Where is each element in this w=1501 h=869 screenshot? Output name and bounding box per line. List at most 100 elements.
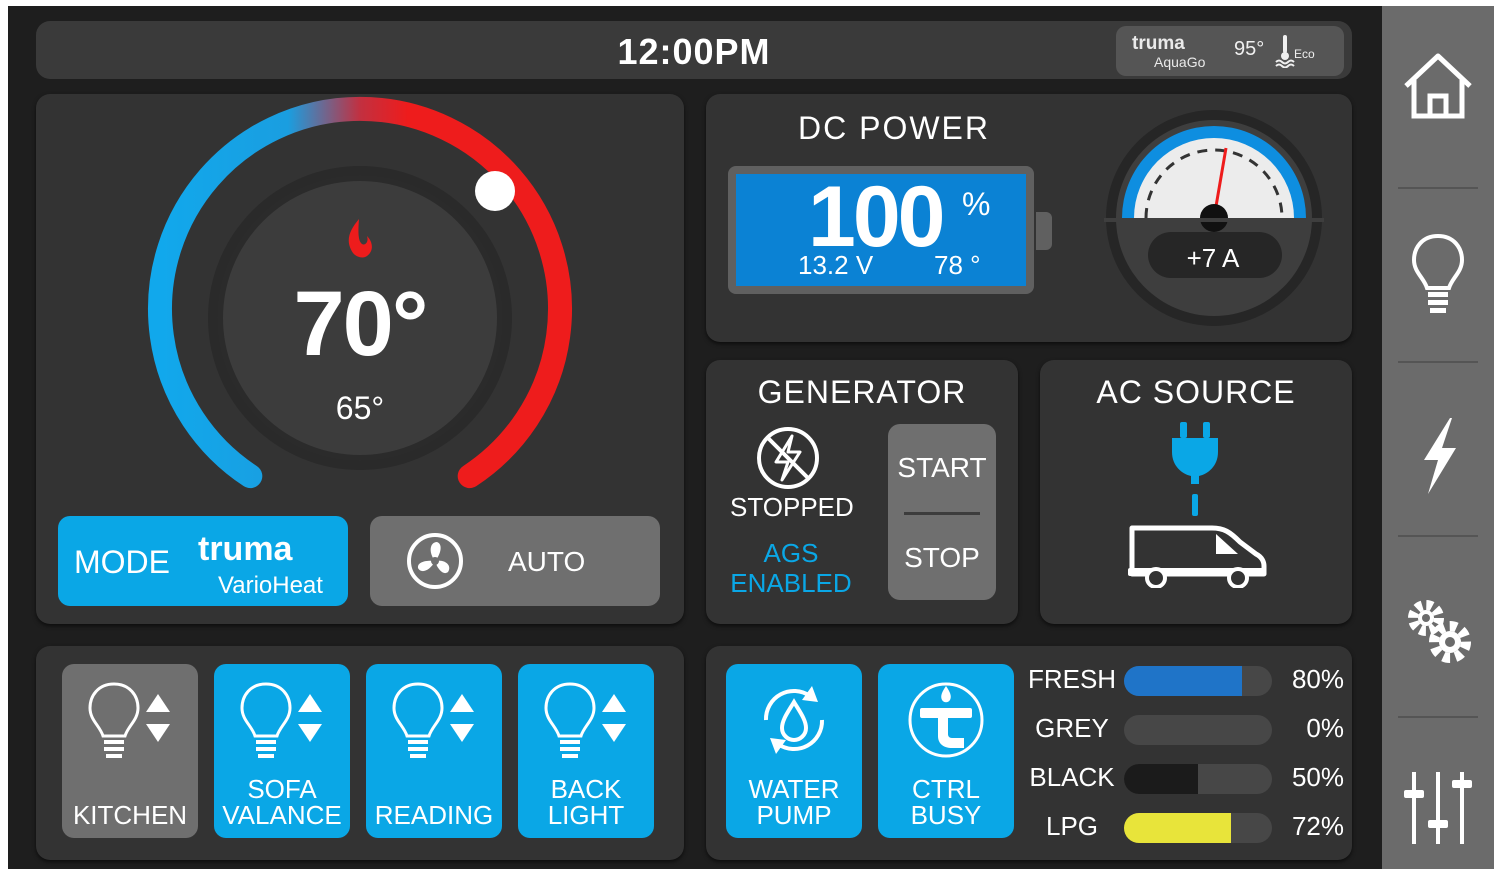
- truma-control-icon: [908, 682, 984, 758]
- amp-readout: +7 A: [1148, 232, 1282, 278]
- generator-panel: GENERATOR STOPPED AGS ENABLED START STOP: [706, 360, 1018, 624]
- utility-label-line2: PUMP: [756, 800, 832, 830]
- utility-label-line1: WATER: [748, 774, 840, 804]
- tank-name: GREY: [1035, 713, 1109, 743]
- water-thermometer-icon: [1275, 35, 1295, 68]
- top-bar: 12:00PM truma AquaGo 95° Eco: [36, 21, 1352, 79]
- generator-status: STOPPED: [730, 492, 854, 522]
- generator-control-divider: [904, 512, 980, 515]
- current-temperature: 65°: [335, 390, 385, 426]
- light-tile-reading[interactable]: READING: [366, 664, 502, 838]
- tank-level-track: [1124, 764, 1272, 794]
- tank-fresh: FRESH 80%: [1026, 660, 1344, 700]
- tank-level-bar: [1124, 813, 1231, 843]
- home-icon: [1404, 53, 1472, 119]
- light-label: KITCHEN: [62, 802, 198, 828]
- mode-label: MODE: [74, 544, 170, 580]
- utility-label-line2: BUSY: [910, 800, 982, 830]
- thermostat-panel: 70° 65° MODE truma VarioHeat AUTO: [36, 94, 684, 624]
- battery-current: +7 A: [1186, 243, 1240, 273]
- generator-off-icon: [757, 427, 819, 489]
- main-area: 12:00PM truma AquaGo 95° Eco 70° 65° MOD…: [8, 6, 1382, 869]
- tank-black: BLACK 50%: [1026, 758, 1344, 798]
- set-temperature: 70°: [293, 273, 428, 375]
- ags-state: ENABLED: [730, 568, 852, 598]
- water-heater-temperature: 95°: [1234, 38, 1265, 60]
- nav-controls[interactable]: [1382, 718, 1494, 869]
- lightbulb-dimmer-icon: [392, 682, 474, 758]
- tank-level-track: [1124, 666, 1272, 696]
- lightbulb-dimmer-icon: [544, 682, 626, 758]
- light-label: SOFA VALANCE: [214, 776, 350, 828]
- ags-status: AGS ENABLED: [726, 538, 856, 598]
- lightbulb-dimmer-icon: [240, 682, 322, 758]
- ac-source-panel[interactable]: AC SOURCE: [1040, 360, 1352, 624]
- ags-label: AGS: [763, 538, 819, 568]
- fan-mode-label: AUTO: [508, 546, 586, 577]
- screen: 12:00PM truma AquaGo 95° Eco 70° 65° MOD…: [8, 6, 1494, 869]
- van-icon: [1128, 525, 1267, 588]
- light-tile-sofa-valance[interactable]: SOFA VALANCE: [214, 664, 350, 838]
- dc-power-title: DC POWER: [798, 110, 990, 146]
- tank-level-track: [1124, 715, 1272, 745]
- water-pump-label: WATER PUMP: [726, 776, 862, 828]
- sidebar-nav: [1382, 6, 1494, 869]
- water-heater-mode: Eco: [1294, 47, 1315, 61]
- utility-label-line1: CTRL: [912, 774, 980, 804]
- generator-stop-button[interactable]: STOP: [888, 542, 996, 574]
- battery-indicator[interactable]: 100 % 13.2 V 78 °: [728, 166, 1052, 294]
- utilities-panel: WATER PUMP CTRL BUSY FRESH 80% GREY 0% B…: [706, 646, 1352, 860]
- dial-handle: [475, 171, 515, 211]
- battery-temperature: 78 °: [934, 250, 981, 280]
- tank-name: LPG: [1045, 811, 1099, 841]
- gears-icon: [1408, 600, 1471, 663]
- light-label-line2: LIGHT: [547, 800, 625, 830]
- tank-lpg: LPG 72%: [1026, 807, 1344, 847]
- battery-percent-sign: %: [962, 186, 991, 222]
- ac-source-title: AC SOURCE: [1096, 374, 1296, 410]
- lights-panel: KITCHEN SOFA VALANCE READING BACK LIGHT: [36, 646, 684, 860]
- ammeter-dial: [1104, 110, 1324, 326]
- lightbulb-dimmer-icon: [88, 682, 170, 758]
- generator-title: GENERATOR: [757, 374, 967, 410]
- lightbulb-icon: [1411, 233, 1465, 313]
- water-pump-button[interactable]: WATER PUMP: [726, 664, 862, 838]
- battery-voltage: 13.2 V: [798, 250, 874, 280]
- nav-lights[interactable]: [1382, 188, 1494, 363]
- fan-button[interactable]: AUTO: [370, 516, 660, 606]
- tank-level-bar: [1124, 764, 1198, 794]
- light-tile-back-light[interactable]: BACK LIGHT: [518, 664, 654, 838]
- light-label: READING: [366, 802, 502, 828]
- nav-settings[interactable]: [1382, 536, 1494, 711]
- light-label-line1: KITCHEN: [72, 800, 188, 830]
- tank-value: 72%: [1291, 811, 1344, 841]
- heater-brand: truma: [198, 530, 293, 568]
- water-pump-icon: [763, 686, 825, 754]
- water-heater-model: AquaGo: [1154, 54, 1206, 70]
- ctrl-busy-label: CTRL BUSY: [878, 776, 1014, 828]
- tank-level-bar: [1124, 666, 1243, 696]
- mode-button[interactable]: MODE truma VarioHeat: [58, 516, 348, 606]
- light-label-line1: READING: [374, 800, 494, 830]
- light-tile-kitchen[interactable]: KITCHEN: [62, 664, 198, 838]
- sliders-icon: [1404, 772, 1472, 844]
- generator-start-button[interactable]: START: [888, 452, 996, 484]
- water-heater-status[interactable]: truma AquaGo 95° Eco: [1116, 26, 1344, 76]
- tank-name: FRESH: [1027, 664, 1117, 694]
- light-label-line1: SOFA: [247, 774, 317, 804]
- nav-home[interactable]: [1382, 6, 1494, 181]
- battery-terminal: [1036, 212, 1052, 250]
- water-heater-brand: truma: [1132, 33, 1185, 54]
- dc-power-panel: DC POWER 100 % 13.2 V 78 ° +7 A: [706, 94, 1352, 342]
- tank-value: 80%: [1291, 664, 1344, 694]
- tank-grey: GREY 0%: [1026, 709, 1344, 749]
- ctrl-busy-button[interactable]: CTRL BUSY: [878, 664, 1014, 838]
- light-label-line2: VALANCE: [222, 800, 342, 830]
- generator-control: START STOP: [888, 424, 996, 600]
- tank-value: 0%: [1306, 713, 1344, 743]
- ammeter-gauge[interactable]: +7 A: [1104, 108, 1324, 328]
- nav-power[interactable]: [1382, 362, 1494, 537]
- tank-value: 50%: [1291, 762, 1344, 792]
- heater-model: VarioHeat: [218, 572, 323, 599]
- tank-name: BLACK: [1029, 762, 1115, 792]
